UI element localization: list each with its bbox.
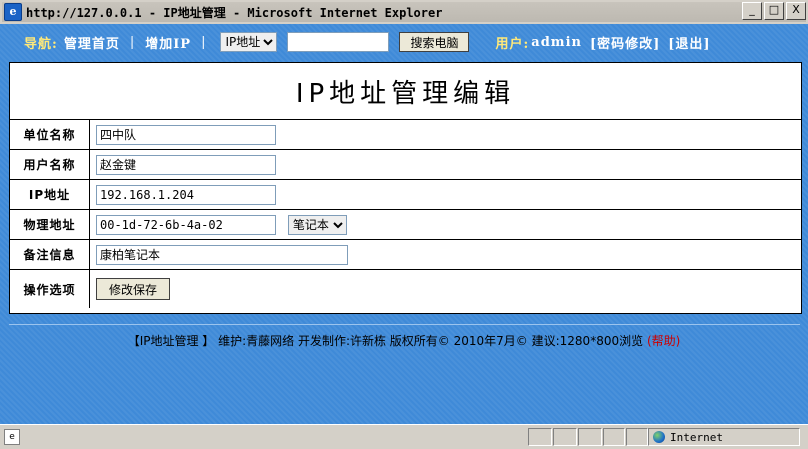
status-segment — [553, 428, 577, 446]
user-label: 用户: — [495, 36, 530, 52]
help-link[interactable]: (帮助) — [647, 334, 680, 348]
mac-label: 物理地址 — [10, 209, 90, 240]
form-row-mac: 物理地址 笔记本 — [10, 209, 801, 240]
status-segment — [578, 428, 602, 446]
user-name: admin — [531, 34, 582, 50]
save-button[interactable]: 修改保存 — [96, 278, 171, 300]
zone-label: Internet — [670, 430, 723, 444]
status-bar: e Internet — [0, 424, 808, 449]
nav-home-link[interactable]: 管理首页 — [64, 33, 120, 52]
search-button[interactable]: 搜索电脑 — [399, 32, 470, 52]
nav-add-ip-link[interactable]: 增加IP — [145, 33, 191, 52]
window-title: http://127.0.0.1 - IP地址管理 - Microsoft In… — [26, 5, 443, 20]
note-label: 备注信息 — [10, 239, 90, 270]
edit-form: 单位名称 用户名称 IP地址 物理地址 — [10, 120, 801, 308]
status-segment — [626, 428, 648, 446]
mac-field[interactable] — [96, 214, 276, 235]
unit-label: 单位名称 — [10, 120, 90, 150]
status-segment — [528, 428, 552, 446]
search-input[interactable] — [287, 32, 390, 52]
footer-text: 【IP地址管理 】 维护:青藤网络 开发制作:许新栋 版权所有© 2010年7月… — [127, 334, 644, 348]
globe-icon — [653, 431, 665, 443]
window-title-bar: e http://127.0.0.1 - IP地址管理 - Microsoft … — [0, 0, 808, 25]
change-password-link[interactable]: [密码修改] — [590, 33, 660, 52]
form-row-unit: 单位名称 — [10, 120, 801, 150]
page-title: IP地址管理编辑 — [10, 63, 801, 120]
nav-label: 导航: — [24, 36, 58, 52]
ip-label: IP地址 — [10, 179, 90, 210]
close-button[interactable]: X — [786, 2, 806, 20]
form-row-note: 备注信息 — [10, 239, 801, 270]
title-bar-inner: e http://127.0.0.1 - IP地址管理 - Microsoft … — [2, 2, 806, 22]
edit-panel: IP地址管理编辑 单位名称 用户名称 IP地址 物理地 — [9, 62, 802, 314]
footer: 【IP地址管理 】 维护:青藤网络 开发制作:许新栋 版权所有© 2010年7月… — [0, 332, 808, 349]
user-name-label: 用户名称 — [10, 149, 90, 180]
maximize-button[interactable]: □ — [764, 2, 784, 20]
form-row-ip: IP地址 — [10, 179, 801, 210]
unit-field[interactable] — [96, 124, 276, 145]
form-row-ops: 操作选项 修改保存 — [10, 269, 801, 308]
nav-separator: | — [129, 34, 136, 50]
window-controls: _ □ X — [742, 2, 806, 20]
ops-label: 操作选项 — [10, 269, 90, 308]
user-name-field[interactable] — [96, 154, 276, 175]
minimize-button[interactable]: _ — [742, 2, 762, 20]
note-field[interactable] — [96, 244, 348, 265]
top-navigation: 导航: 管理首页 | 增加IP | IP地址 搜索电脑 用户: admin [密… — [0, 24, 808, 60]
logout-link[interactable]: [退出] — [668, 33, 710, 52]
nav-separator: | — [201, 34, 207, 50]
ie-icon: e — [4, 3, 22, 21]
status-segment — [603, 428, 625, 446]
ip-field[interactable] — [96, 184, 276, 205]
device-type-select[interactable]: 笔记本 — [287, 214, 347, 235]
browser-content: 导航: 管理首页 | 增加IP | IP地址 搜索电脑 用户: admin [密… — [0, 24, 808, 424]
form-row-user: 用户名称 — [10, 149, 801, 180]
search-type-select[interactable]: IP地址 — [220, 32, 278, 52]
security-zone: Internet — [648, 428, 800, 446]
footer-divider — [9, 324, 800, 325]
page-icon: e — [4, 429, 20, 445]
